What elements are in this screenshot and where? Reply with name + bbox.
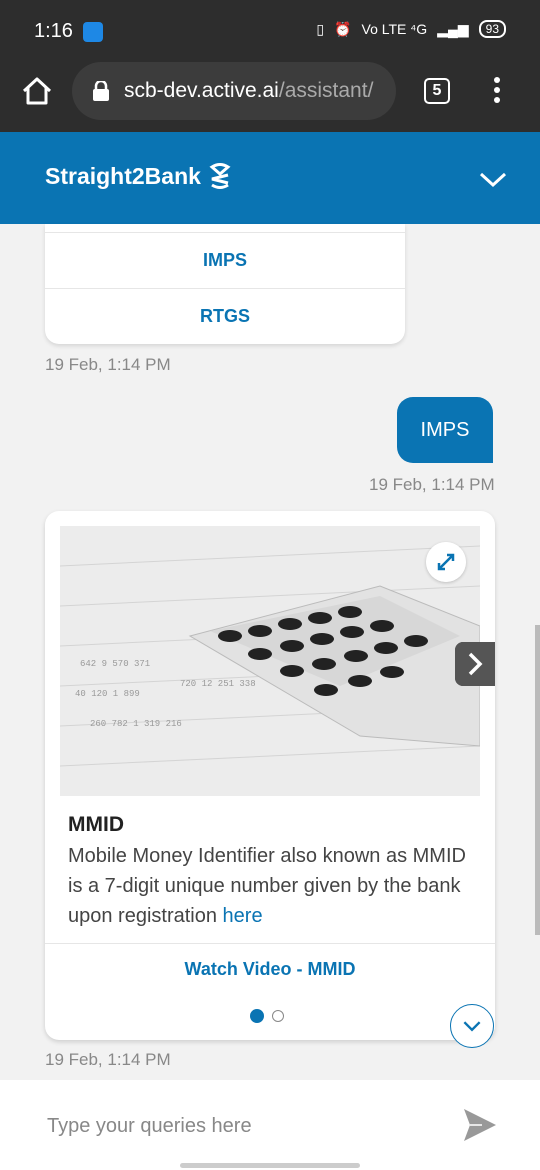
pagination-dot[interactable]	[272, 1010, 284, 1022]
send-icon[interactable]	[462, 1107, 498, 1143]
scroll-down-icon[interactable]	[450, 1004, 494, 1048]
carousel-pagination	[250, 1009, 284, 1023]
lock-icon	[93, 81, 109, 101]
svg-text:260 782 1 319 216: 260 782 1 319 216	[90, 719, 182, 729]
home-indicator	[180, 1163, 360, 1168]
message-timestamp: 19 Feb, 1:14 PM	[45, 1050, 171, 1069]
quick-reply-list: IMPS RTGS	[45, 224, 405, 344]
network-label: Vo LTE ⁴G	[361, 21, 428, 37]
here-link[interactable]: here	[223, 905, 263, 927]
browser-toolbar: scb-dev.active.ai/assistant/ 5	[0, 62, 540, 132]
vibrate-icon: ▯	[316, 20, 325, 37]
signal-icon: ▂▄▆	[437, 20, 469, 37]
status-bar: 1:16 ▯ ⏰ Vo LTE ⁴G ▂▄▆ 93	[0, 0, 540, 62]
bank-logo-icon	[209, 163, 231, 189]
alarm-icon: ⏰	[334, 20, 352, 37]
option-imps[interactable]: IMPS	[45, 232, 405, 288]
scrollbar[interactable]	[535, 625, 540, 935]
home-icon[interactable]	[20, 74, 54, 108]
watch-video-button[interactable]: Watch Video - MMID	[45, 959, 495, 980]
query-input[interactable]	[45, 1110, 429, 1142]
status-indicators: ▯ ⏰ Vo LTE ⁴G ▂▄▆ 93	[316, 20, 506, 38]
chat-header: Straight2Bank	[0, 132, 540, 224]
composer	[0, 1080, 540, 1170]
pagination-dot-active[interactable]	[250, 1009, 264, 1023]
message-timestamp: 19 Feb, 1:14 PM	[45, 355, 171, 374]
card-description: Mobile Money Identifier also known as MM…	[68, 841, 478, 931]
option-rtgs[interactable]: RTGS	[45, 288, 405, 344]
expand-icon[interactable]	[426, 542, 466, 582]
address-bar[interactable]: scb-dev.active.ai/assistant/	[72, 62, 396, 120]
card-description-text: Mobile Money Identifier also known as MM…	[68, 845, 466, 927]
brand-name: Straight2Bank	[45, 162, 201, 189]
card-title: MMID	[68, 813, 124, 836]
svg-text:720 12 251 338: 720 12 251 338	[180, 679, 256, 689]
chevron-down-icon[interactable]	[478, 164, 508, 194]
svg-text:642 9 570 371: 642 9 570 371	[80, 659, 150, 669]
tab-count-button[interactable]: 5	[424, 78, 450, 104]
calculator-image: 642 9 570 371 40 120 1 899 260 782 1 319 …	[60, 526, 480, 796]
calculator-illustration: 642 9 570 371 40 120 1 899 260 782 1 319 …	[60, 526, 480, 796]
divider	[45, 943, 495, 944]
carousel-card: 642 9 570 371 40 120 1 899 260 782 1 319 …	[45, 511, 495, 1040]
url-path: /assistant/	[278, 79, 374, 102]
app-notification-icon	[83, 22, 103, 42]
message-timestamp: 19 Feb, 1:14 PM	[369, 475, 495, 494]
status-time: 1:16	[34, 20, 73, 42]
brand: Straight2Bank	[45, 162, 231, 190]
svg-text:40 120 1 899: 40 120 1 899	[75, 689, 140, 699]
battery-level: 93	[478, 20, 506, 38]
carousel-next-icon[interactable]	[455, 642, 495, 686]
url-host: scb-dev.active.ai	[124, 79, 279, 102]
user-message-bubble: IMPS	[397, 397, 493, 463]
more-menu-icon[interactable]	[490, 74, 504, 108]
